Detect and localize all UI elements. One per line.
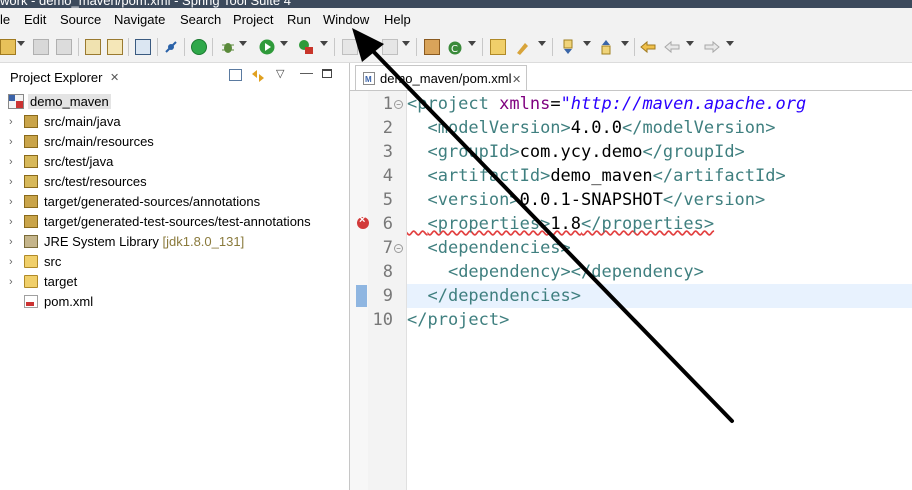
annotation-arrow-shaft — [368, 46, 734, 423]
annotation-arrow — [352, 28, 734, 423]
